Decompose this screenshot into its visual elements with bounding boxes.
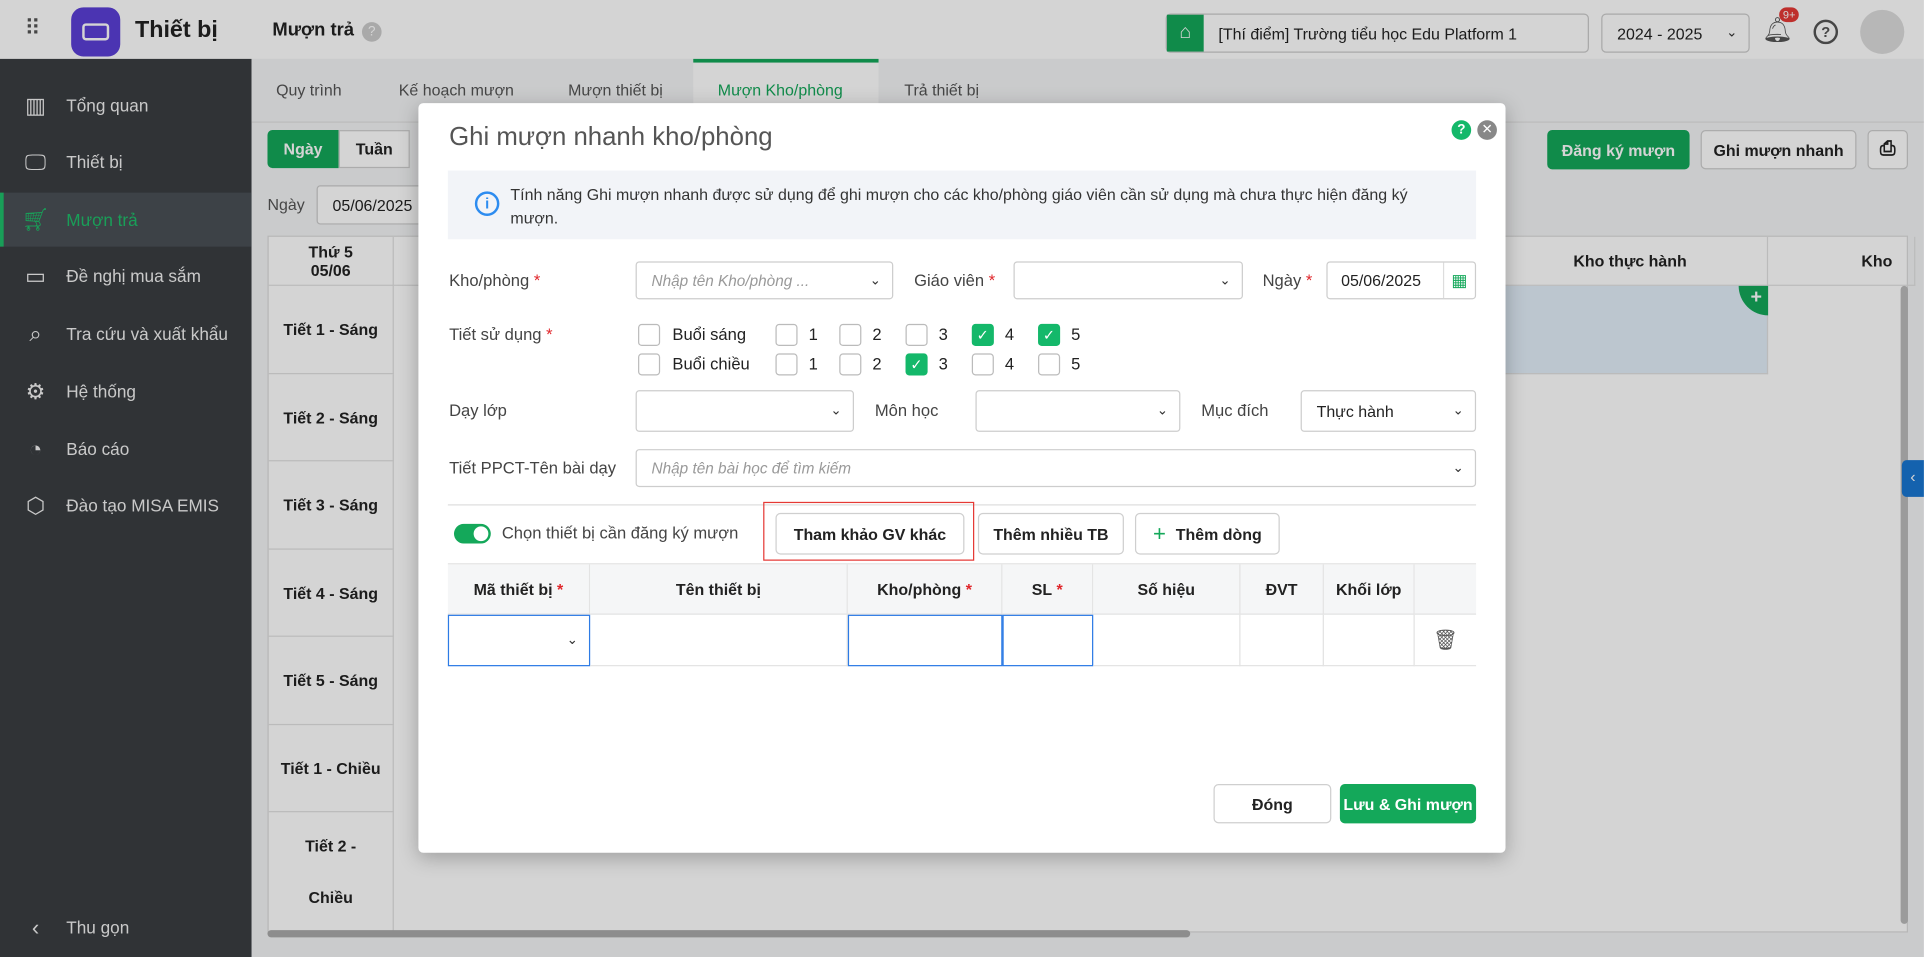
purpose-select[interactable]: Thực hành ⌄ — [1300, 390, 1477, 432]
period-number: 5 — [1071, 354, 1081, 374]
chevron-down-icon: ⌄ — [869, 272, 881, 288]
column-header — [1414, 564, 1477, 615]
morning-period-5-checkbox[interactable]: ✓ — [1038, 323, 1061, 347]
period-number: 1 — [808, 354, 818, 374]
column-title: Mã thiết bị — [473, 579, 553, 599]
help-icon[interactable]: ? — [1451, 120, 1472, 140]
period-number: 4 — [1004, 325, 1015, 344]
teacher-label: Giáo viên * — [914, 271, 995, 289]
close-button[interactable]: Đóng — [1213, 784, 1332, 824]
room-cell-input[interactable] — [847, 614, 1003, 667]
morning-checkbox[interactable] — [638, 323, 661, 347]
info-box: i Tính năng Ghi mượn nhanh được sử dụng … — [447, 170, 1477, 240]
purpose-label: Mục đích — [1201, 401, 1269, 420]
column-title: SL — [1031, 579, 1053, 599]
period-number: 5 — [1071, 325, 1081, 344]
required-mark: * — [1305, 271, 1313, 290]
period-number: 4 — [1004, 354, 1015, 374]
afternoon-checkbox[interactable] — [638, 353, 661, 376]
chevron-down-icon: ⌄ — [1452, 460, 1464, 476]
period-number: 1 — [808, 325, 818, 344]
period-number: 2 — [872, 325, 882, 344]
lesson-placeholder: Nhập tên bài học để tìm kiếm — [651, 459, 852, 477]
morning-period-4-checkbox[interactable]: ✓ — [971, 323, 994, 347]
class-select[interactable]: ⌄ — [635, 390, 854, 432]
plus-icon: + — [1153, 520, 1166, 546]
column-header: ĐVT — [1240, 564, 1324, 615]
room-placeholder: Nhập tên Kho/phòng ... — [651, 271, 810, 289]
morning-period-2-checkbox[interactable] — [839, 323, 862, 347]
lesson-label: Tiết PPCT-Tên bài dạy — [449, 458, 617, 478]
period-number: 2 — [872, 354, 882, 374]
quantity-input[interactable] — [1002, 614, 1094, 667]
device-toggle-label: Chọn thiết bị cần đăng ký mượn — [501, 523, 739, 543]
chevron-down-icon: ⌄ — [1452, 403, 1464, 419]
required-mark: * — [1056, 579, 1063, 599]
add-multiple-devices-button[interactable]: Thêm nhiều TB — [977, 512, 1124, 555]
afternoon-label: Buổi chiều — [672, 354, 750, 374]
dialog-title: Ghi mượn nhanh kho/phòng — [449, 122, 773, 151]
date-label: Ngày * — [1263, 271, 1313, 289]
close-icon[interactable]: ✕ — [1477, 120, 1497, 140]
subject-label: Môn học — [874, 401, 939, 420]
subject-select[interactable]: ⌄ — [975, 390, 1181, 432]
device-name-cell[interactable] — [590, 614, 848, 667]
room-label: Kho/phòng * — [449, 271, 540, 289]
afternoon-period-1-checkbox[interactable] — [775, 353, 798, 376]
chevron-down-icon: ⌄ — [1219, 272, 1231, 288]
trash-icon[interactable]: 🗑︎ — [1414, 615, 1477, 667]
info-text: Tính năng Ghi mượn nhanh được sử dụng để… — [510, 185, 1408, 227]
device-code-select[interactable]: ⌄ — [447, 614, 591, 667]
required-mark: * — [533, 271, 541, 290]
purpose-value: Thực hành — [1316, 401, 1394, 421]
period-label-text: Tiết sử dụng — [449, 325, 542, 344]
column-header: Số hiệu — [1093, 564, 1241, 615]
afternoon-period-4-checkbox[interactable] — [971, 353, 994, 376]
column-header: Mã thiết bị * — [447, 564, 591, 615]
room-input[interactable]: Nhập tên Kho/phòng ... ⌄ — [635, 261, 894, 300]
morning-label: Buổi sáng — [672, 325, 747, 344]
column-header: Tên thiết bị — [590, 564, 848, 615]
grade-cell[interactable] — [1323, 614, 1415, 667]
device-toggle[interactable] — [453, 523, 491, 544]
serial-cell[interactable] — [1093, 614, 1241, 667]
required-mark: * — [988, 271, 996, 290]
afternoon-period-2-checkbox[interactable] — [839, 353, 862, 376]
info-icon: i — [474, 191, 500, 216]
chevron-down-icon: ⌄ — [566, 632, 578, 648]
period-number: 3 — [938, 354, 948, 374]
date-label-text: Ngày — [1262, 271, 1302, 290]
lesson-input[interactable]: Nhập tên bài học để tìm kiếm ⌄ — [635, 449, 1477, 488]
room-label-text: Kho/phòng — [449, 271, 530, 290]
required-mark: * — [965, 579, 972, 599]
device-table: Mã thiết bị * Tên thiết bị Kho/phòng * S… — [447, 563, 1477, 667]
calendar-icon[interactable]: ▦ — [1442, 262, 1475, 299]
column-header: Kho/phòng * — [847, 564, 1003, 615]
unit-cell[interactable] — [1240, 614, 1324, 667]
morning-period-3-checkbox[interactable] — [905, 323, 928, 347]
quick-borrow-room-dialog: Ghi mượn nhanh kho/phòng ? ✕ i Tính năng… — [418, 103, 1506, 853]
period-number: 3 — [938, 325, 948, 344]
column-header: SL * — [1002, 564, 1094, 615]
morning-period-1-checkbox[interactable] — [775, 323, 798, 347]
reference-teacher-button[interactable]: Tham khảo GV khác — [775, 512, 965, 555]
teacher-label-text: Giáo viên — [914, 271, 985, 290]
add-row-button[interactable]: + Thêm dòng — [1134, 512, 1280, 555]
period-label: Tiết sử dụng * — [449, 325, 553, 343]
save-borrow-button[interactable]: Lưu & Ghi mượn — [1339, 784, 1477, 824]
chevron-down-icon: ⌄ — [830, 403, 842, 419]
required-mark: * — [546, 325, 553, 344]
column-title: Kho/phòng — [877, 579, 962, 599]
chevron-down-icon: ⌄ — [1156, 403, 1169, 419]
column-header: Khối lớp — [1323, 564, 1415, 615]
date-value: 05/06/2025 — [1341, 271, 1421, 290]
class-label: Dạy lớp — [449, 401, 507, 420]
afternoon-period-3-checkbox[interactable]: ✓ — [905, 353, 928, 376]
teacher-select[interactable]: ⌄ — [1013, 261, 1243, 300]
required-mark: * — [556, 579, 564, 599]
afternoon-period-5-checkbox[interactable] — [1038, 353, 1061, 376]
date-input[interactable]: 05/06/2025 ▦ — [1326, 261, 1477, 300]
add-row-label: Thêm dòng — [1175, 524, 1262, 543]
